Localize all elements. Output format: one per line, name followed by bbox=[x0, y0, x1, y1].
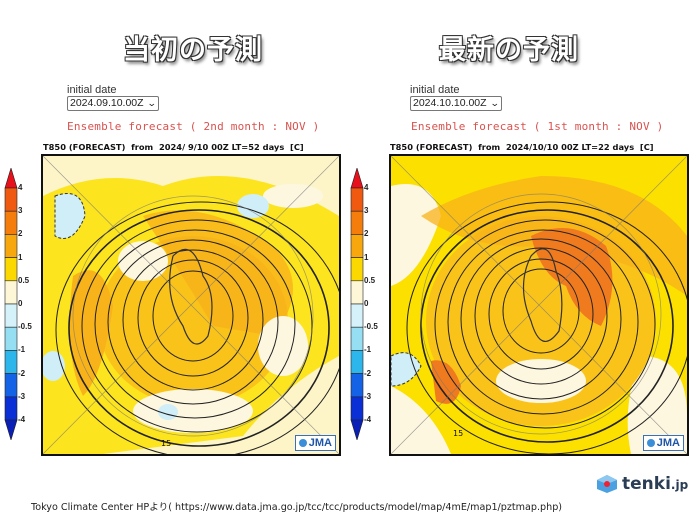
ensemble-forecast-text: Ensemble forecast ( 2nd month : NOV ) bbox=[67, 120, 320, 133]
colorbar-tick-label: 4 bbox=[364, 183, 369, 192]
colorbar-tick-label: 1 bbox=[18, 252, 23, 262]
tenki-logo-icon bbox=[597, 475, 617, 493]
colorbar-segment bbox=[350, 257, 364, 282]
colorbar-segment bbox=[350, 373, 364, 398]
panel-latest-forecast: 最新の予測 initial date 2024.10.10.00Z ⌄ Ense… bbox=[346, 0, 692, 470]
colorbar-segment bbox=[4, 326, 18, 351]
map-graphic: 15 bbox=[391, 156, 687, 454]
colorbar-tick-label: -0.5 bbox=[364, 322, 378, 332]
colorbar-segment bbox=[4, 234, 18, 258]
map-title: T850 (FORECAST) from 2024/10/10 00Z LT=2… bbox=[390, 142, 654, 152]
tenki-logo-text: tenki.jp bbox=[622, 474, 689, 494]
colorbar-segment bbox=[4, 187, 18, 212]
colorbar-top-arrow bbox=[350, 168, 364, 189]
colorbar-segment bbox=[4, 373, 18, 398]
panel-initial-forecast: 当初の予測 initial date 2024.09.10.00Z ⌄ Ense… bbox=[0, 0, 346, 470]
colorbar-segment bbox=[4, 280, 18, 305]
colorbar-tick-label: -2 bbox=[364, 368, 372, 378]
initial-date-value: 2024.10.10.00Z bbox=[413, 97, 487, 109]
colorbar bbox=[4, 168, 18, 440]
panel-heading: 当初の予測 bbox=[123, 35, 263, 66]
temperature-anomaly-map: 15 JMA bbox=[389, 154, 689, 456]
map-graphic: 15 bbox=[43, 156, 339, 454]
jma-badge: JMA bbox=[642, 435, 684, 451]
jma-badge-text: JMA bbox=[308, 437, 332, 449]
colorbar-segment bbox=[4, 210, 18, 235]
map-title: T850 (FORECAST) from 2024/ 9/10 00Z LT=5… bbox=[43, 142, 304, 152]
initial-date-select[interactable]: 2024.10.10.00Z ⌄ bbox=[410, 96, 503, 111]
colorbar-tick-label: -3 bbox=[18, 391, 26, 401]
colorbar-tick-label: -3 bbox=[364, 391, 372, 401]
colorbar-segment bbox=[350, 210, 364, 235]
jma-badge-text: JMA bbox=[656, 437, 680, 449]
colorbar-segment bbox=[350, 350, 364, 374]
colorbar-segment bbox=[350, 326, 364, 351]
jma-badge: JMA bbox=[294, 435, 336, 451]
colorbar-tick-label: 0 bbox=[18, 299, 23, 308]
initial-date-value: 2024.09.10.00Z bbox=[70, 97, 144, 109]
colorbar-segment bbox=[350, 187, 364, 212]
colorbar-bottom-arrow bbox=[350, 419, 364, 440]
initial-date-label: initial date bbox=[410, 84, 460, 96]
colorbar-tick-label: -4 bbox=[364, 415, 372, 424]
colorbar-segment bbox=[4, 303, 18, 328]
colorbar-bottom-arrow bbox=[4, 419, 18, 440]
colorbar-tick-label: 2 bbox=[18, 229, 23, 239]
ensemble-forecast-text: Ensemble forecast ( 1st month : NOV ) bbox=[411, 120, 664, 133]
colorbar-tick-label: 2 bbox=[364, 229, 369, 239]
initial-date-select[interactable]: 2024.09.10.00Z ⌄ bbox=[67, 96, 160, 111]
colorbar-tick-label: -1 bbox=[364, 345, 372, 355]
colorbar-tick-label: -0.5 bbox=[18, 322, 32, 332]
colorbar-segment bbox=[4, 257, 18, 282]
colorbar-tick-label: 3 bbox=[364, 206, 369, 216]
colorbar-top-arrow bbox=[4, 168, 18, 189]
colorbar-tick-label: 3 bbox=[18, 206, 23, 216]
panel-heading: 最新の予測 bbox=[439, 35, 579, 66]
colorbar-tick-label: 0.5 bbox=[364, 275, 376, 285]
colorbar-tick-label: 0 bbox=[364, 299, 369, 308]
tenki-logo: tenki.jp bbox=[596, 474, 688, 494]
colorbar-tick-label: 0.5 bbox=[18, 275, 30, 285]
colorbar-segment bbox=[4, 350, 18, 374]
temperature-anomaly-map: 15 JMA bbox=[41, 154, 341, 456]
chevron-down-icon: ⌄ bbox=[146, 98, 157, 108]
colorbar-segment bbox=[350, 396, 364, 421]
jma-logo-icon bbox=[646, 439, 655, 447]
colorbar-segment bbox=[350, 234, 364, 258]
colorbar-segment bbox=[350, 303, 364, 328]
jma-logo-icon bbox=[298, 439, 307, 447]
colorbar-tick-label: 1 bbox=[364, 252, 369, 262]
colorbar-tick-label: -1 bbox=[18, 345, 26, 355]
initial-date-label: initial date bbox=[67, 84, 117, 96]
colorbar-segment bbox=[4, 396, 18, 421]
colorbar-tick-label: -2 bbox=[18, 368, 26, 378]
colorbar-tick-label: 4 bbox=[18, 183, 23, 192]
chevron-down-icon: ⌄ bbox=[489, 98, 500, 108]
contour-label: 15 bbox=[161, 439, 171, 448]
source-credit: Tokyo Climate Center HPより( https://www.d… bbox=[31, 502, 563, 513]
colorbar-tick-label: -4 bbox=[18, 415, 26, 424]
colorbar bbox=[350, 168, 364, 440]
contour-label: 15 bbox=[453, 429, 463, 438]
colorbar-segment bbox=[350, 280, 364, 305]
